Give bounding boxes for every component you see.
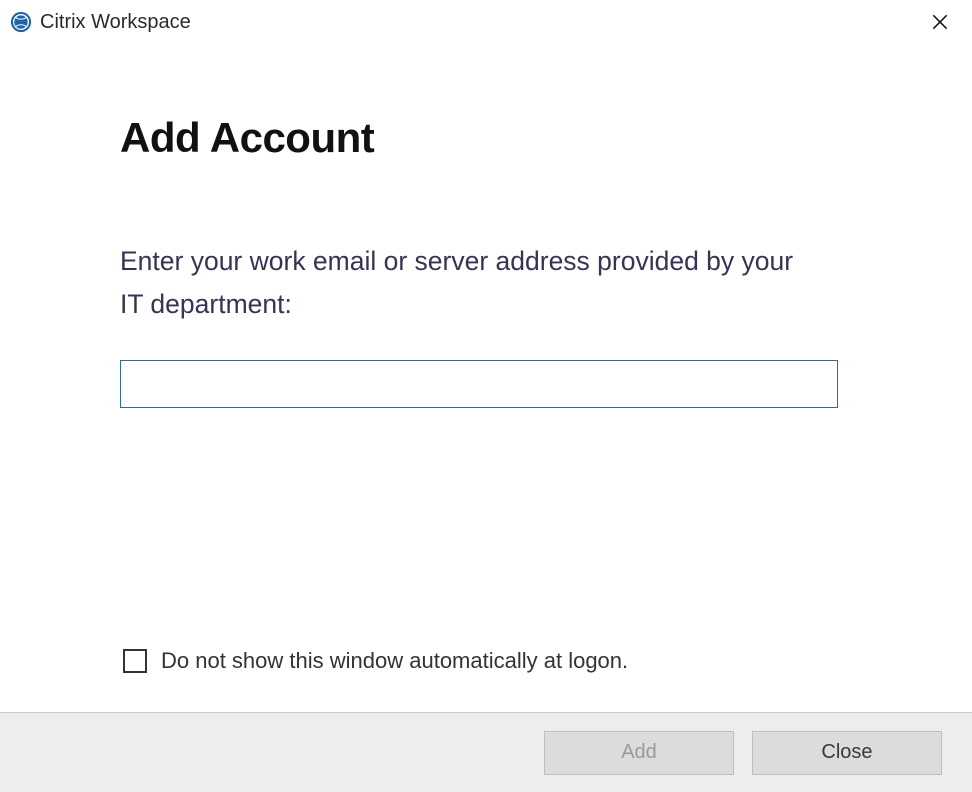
close-button-label: Close	[821, 741, 872, 764]
titlebar: Citrix Workspace	[0, 0, 972, 44]
add-button[interactable]: Add	[544, 731, 734, 775]
close-icon	[930, 12, 950, 32]
button-bar: Add Close	[0, 712, 972, 792]
app-title: Citrix Workspace	[40, 11, 191, 34]
server-address-input[interactable]	[120, 360, 838, 408]
dont-show-label[interactable]: Do not show this window automatically at…	[161, 648, 628, 674]
dont-show-checkbox[interactable]	[123, 649, 147, 673]
instruction-text: Enter your work email or server address …	[120, 240, 820, 326]
titlebar-left: Citrix Workspace	[10, 11, 191, 34]
add-button-label: Add	[621, 741, 657, 764]
page-heading: Add Account	[120, 114, 852, 162]
content-area: Add Account Enter your work email or ser…	[0, 44, 972, 408]
citrix-logo-icon	[10, 11, 32, 33]
close-button[interactable]: Close	[752, 731, 942, 775]
window-close-button[interactable]	[922, 4, 958, 40]
dont-show-checkbox-row[interactable]: Do not show this window automatically at…	[123, 648, 628, 674]
